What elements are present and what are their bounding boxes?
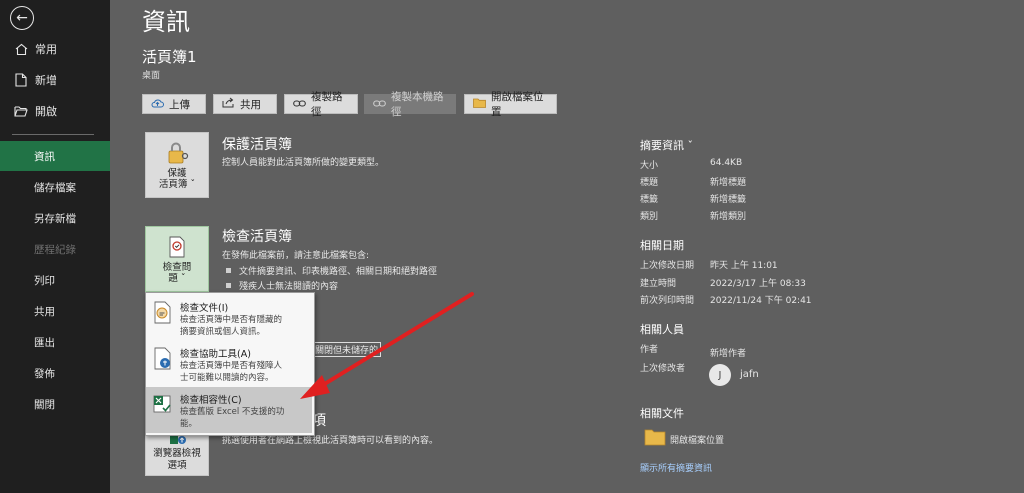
- date-value: 昨天 上午 11:01: [710, 261, 778, 271]
- protect-workbook-description: 控制人員能對此活頁簿所做的變更類型。: [222, 158, 385, 168]
- folder-icon: [644, 428, 666, 450]
- sidebar-item-close[interactable]: 關閉: [0, 389, 110, 419]
- sidebar-item-publish[interactable]: 發佈: [0, 358, 110, 388]
- property-value[interactable]: 新增類別: [710, 209, 746, 222]
- sidebar-item-new[interactable]: 新增: [0, 67, 110, 93]
- sidebar-item-open[interactable]: 開啟: [0, 98, 110, 124]
- check-for-issues-button[interactable]: 檢查問 題 ˇ: [145, 226, 209, 292]
- open-file-location-button[interactable]: 開啟檔案位置: [464, 91, 557, 118]
- link-icon: [293, 98, 306, 111]
- show-all-properties-link[interactable]: 顯示所有摘要資訊: [640, 461, 712, 474]
- property-key: 類別: [640, 212, 659, 222]
- last-modified-by-value: jafn: [740, 369, 759, 380]
- menu-item-inspect-document[interactable]: 檢查文件(I) 檢查活頁簿中是否有隱藏的 摘要資訊或個人資訊。: [146, 295, 312, 341]
- date-key: 上次修改日期: [640, 261, 695, 271]
- share-icon: [222, 97, 235, 111]
- upload-button[interactable]: 上傳: [142, 94, 206, 114]
- sidebar-item-share[interactable]: 共用: [0, 296, 110, 326]
- sidebar-item-history: 歷程紀錄: [34, 243, 76, 256]
- home-icon: [14, 42, 28, 56]
- date-value: 2022/3/17 上午 08:33: [710, 279, 806, 289]
- cloud-upload-icon: [151, 98, 164, 111]
- accessibility-check-icon: [152, 347, 174, 371]
- related-dates-title: 相關日期: [640, 239, 684, 252]
- date-value: 2022/11/24 下午 02:41: [710, 296, 812, 306]
- avatar: J: [709, 364, 731, 386]
- sidebar-item-home[interactable]: 常用: [0, 36, 110, 62]
- compatibility-check-icon: [152, 393, 174, 417]
- property-value[interactable]: 新增標題: [710, 175, 746, 188]
- related-documents-title: 相關文件: [640, 407, 684, 420]
- sidebar-item-info[interactable]: 資訊: [0, 141, 110, 171]
- browser-view-icon: [167, 435, 187, 448]
- sidebar-item-save[interactable]: 儲存檔案: [0, 172, 110, 202]
- last-modified-by-key: 上次修改者: [640, 364, 686, 374]
- browser-view-options-button[interactable]: 瀏覽器檢視 選項: [145, 432, 209, 476]
- new-document-icon: [14, 73, 28, 87]
- sidebar-item-export[interactable]: 匯出: [0, 327, 110, 357]
- sidebar-divider: [12, 134, 94, 135]
- properties-title[interactable]: 摘要資訊 ˇ: [640, 137, 693, 153]
- copy-local-path-button: 複製本機路徑: [364, 91, 456, 118]
- sidebar: ← 常用 新增 開啟 資訊 儲存檔案 另存新檔 歷程紀錄 列印 共用 匯出 發佈…: [0, 0, 110, 493]
- property-key: 標題: [640, 178, 659, 188]
- open-file-location-link[interactable]: 開啟檔案位置: [644, 428, 724, 450]
- sidebar-item-save-as[interactable]: 另存新檔: [0, 203, 110, 233]
- inspect-document-icon: [152, 301, 174, 325]
- property-value[interactable]: 新增標籤: [710, 192, 746, 205]
- protect-workbook-button[interactable]: 保護 活頁簿 ˇ: [145, 132, 209, 198]
- copy-path-button[interactable]: 複製路徑: [284, 91, 358, 118]
- document-location: 桌面: [142, 71, 161, 81]
- menu-item-check-accessibility[interactable]: 檢查協助工具(A) 檢查活頁簿中是否有殘障人 士可能難以閱讀的內容。: [146, 341, 312, 387]
- inspect-workbook-description: 在發佈此檔案前，請注意此檔案包含:: [222, 251, 370, 261]
- lock-key-icon: [164, 141, 190, 168]
- property-value: 64.4KB: [710, 158, 743, 168]
- manage-workbook-link[interactable]: 關閉但未儲存的: [312, 342, 382, 357]
- open-folder-icon: [14, 104, 28, 118]
- check-for-issues-menu: 檢查文件(I) 檢查活頁簿中是否有隱藏的 摘要資訊或個人資訊。 檢查協助工具(A…: [145, 292, 315, 436]
- sidebar-item-print[interactable]: 列印: [0, 265, 110, 295]
- date-key: 前次列印時間: [640, 296, 695, 306]
- date-key: 建立時間: [640, 279, 677, 289]
- author-value[interactable]: 新增作者: [710, 346, 746, 359]
- link-icon: [373, 98, 386, 111]
- back-arrow-icon[interactable]: ←: [10, 6, 34, 30]
- share-button[interactable]: 共用: [213, 94, 277, 114]
- property-key: 大小: [640, 161, 659, 171]
- inspect-workbook-title: 檢查活頁簿: [222, 229, 292, 245]
- protect-workbook-title: 保護活頁簿: [222, 137, 292, 153]
- document-name: 活頁簿1: [142, 48, 197, 66]
- inspect-bullet: 殘疾人士無法閱讀的內容: [226, 279, 338, 292]
- related-people-title: 相關人員: [640, 323, 684, 336]
- property-key: 標籤: [640, 195, 659, 205]
- inspect-document-icon: [165, 235, 189, 262]
- author-key: 作者: [640, 345, 659, 355]
- inspect-bullet: 文件摘要資訊、印表機路徑、相關日期和絕對路徑: [226, 264, 437, 277]
- page-title: 資訊: [142, 8, 190, 36]
- menu-item-check-compatibility[interactable]: 檢查相容性(C) 檢查舊版 Excel 不支援的功 能。: [146, 387, 312, 433]
- folder-icon: [473, 98, 486, 111]
